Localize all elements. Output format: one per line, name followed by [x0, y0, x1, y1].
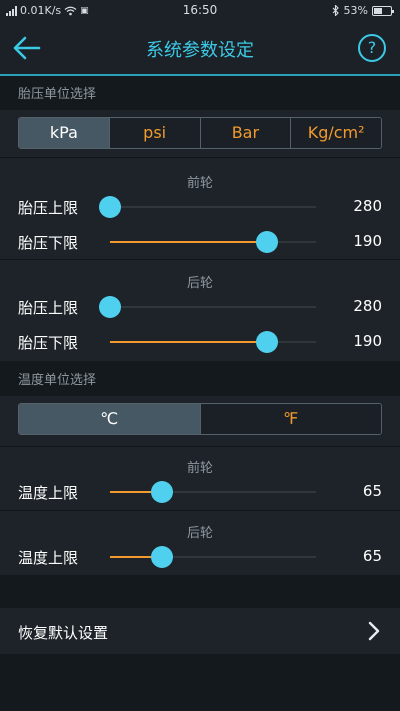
slider-fill [110, 341, 267, 343]
temperature-front-upper-row: 温度上限 65 [0, 476, 400, 508]
pressure-rear-lower-row: 胎压下限 190 [0, 326, 400, 358]
slider-fill [110, 241, 267, 243]
unit-option-psi[interactable]: psi [108, 118, 200, 148]
page-title: 系统参数设定 [146, 40, 254, 61]
pressure-upper-label: 胎压上限 [18, 199, 79, 217]
pressure-unit-section-label: 胎压单位选择 [0, 80, 400, 110]
slider-thumb[interactable] [99, 296, 121, 318]
chevron-right-icon [368, 621, 380, 641]
temperature-front-panel: 前轮 温度上限 65 [0, 447, 400, 510]
rear-wheel-title: 后轮 [186, 526, 213, 541]
status-bar: 0.01K/s ▣ 16:50 53% [0, 0, 400, 22]
battery-icon [372, 5, 394, 16]
pressure-upper-value: 280 [353, 197, 382, 215]
slider-thumb[interactable] [150, 546, 173, 568]
temperature-rear-panel: 后轮 温度上限 65 [0, 511, 400, 575]
pressure-front-lower-row: 胎压下限 190 [0, 226, 400, 258]
temperature-front-upper-slider[interactable] [110, 481, 316, 503]
pressure-lower-value: 190 [353, 232, 382, 250]
slider-thumb[interactable] [150, 481, 173, 503]
rear-wheel-title: 后轮 [186, 276, 213, 291]
pressure-lower-value: 190 [353, 332, 382, 350]
temperature-upper-value: 65 [362, 547, 382, 565]
temperature-upper-label: 温度上限 [18, 484, 79, 502]
pressure-upper-value: 280 [353, 297, 382, 315]
app-header: 系统参数设定 ? [0, 22, 400, 74]
status-right: 53% [332, 4, 394, 17]
unit-option-fahrenheit[interactable]: ℉ [199, 404, 381, 434]
slider-thumb[interactable] [99, 196, 121, 218]
unit-option-celsius[interactable]: ℃ [19, 404, 200, 434]
restore-defaults-label: 恢复默认设置 [18, 624, 109, 642]
pressure-lower-label: 胎压下限 [18, 234, 79, 252]
temperature-unit-selector: ℃ ℉ [18, 403, 382, 435]
pressure-front-panel: 前轮 胎压上限 280 胎压下限 190 [0, 158, 400, 259]
pressure-lower-label: 胎压下限 [18, 334, 79, 352]
pressure-front-upper-row: 胎压上限 280 [0, 191, 400, 223]
pressure-unit-selector: kPa psi Bar Kg/cm² [18, 117, 382, 149]
temperature-upper-label: 温度上限 [18, 549, 79, 567]
pressure-rear-lower-slider[interactable] [110, 331, 316, 353]
pressure-rear-upper-row: 胎压上限 280 [0, 291, 400, 323]
pressure-rear-panel: 后轮 胎压上限 280 胎压下限 190 [0, 260, 400, 361]
temperature-upper-value: 65 [362, 482, 382, 500]
header-divider [0, 74, 400, 76]
pressure-upper-label: 胎压上限 [18, 299, 79, 317]
pressure-front-lower-slider[interactable] [110, 231, 316, 253]
pressure-front-upper-slider[interactable] [99, 196, 316, 218]
temperature-rear-upper-slider[interactable] [110, 546, 316, 568]
help-icon[interactable]: ? [358, 34, 386, 62]
unit-option-kpa[interactable]: kPa [19, 118, 109, 148]
pressure-rear-upper-slider[interactable] [99, 296, 316, 318]
pressure-unit-panel: kPa psi Bar Kg/cm² [0, 110, 400, 157]
unit-option-bar[interactable]: Bar [199, 118, 291, 148]
slider-thumb[interactable] [255, 331, 278, 353]
unit-option-kgcm2[interactable]: Kg/cm² [290, 118, 381, 148]
front-wheel-title: 前轮 [186, 176, 213, 191]
bluetooth-icon [332, 5, 339, 16]
front-wheel-title: 前轮 [186, 461, 213, 476]
slider-thumb[interactable] [255, 231, 278, 253]
restore-defaults-row[interactable]: 恢复默认设置 [0, 608, 400, 654]
temperature-unit-section-label: 温度单位选择 [0, 366, 400, 396]
battery-percent: 53% [343, 4, 368, 17]
back-arrow-icon[interactable] [12, 34, 42, 62]
temperature-rear-upper-row: 温度上限 65 [0, 541, 400, 573]
temperature-unit-panel: ℃ ℉ [0, 396, 400, 446]
